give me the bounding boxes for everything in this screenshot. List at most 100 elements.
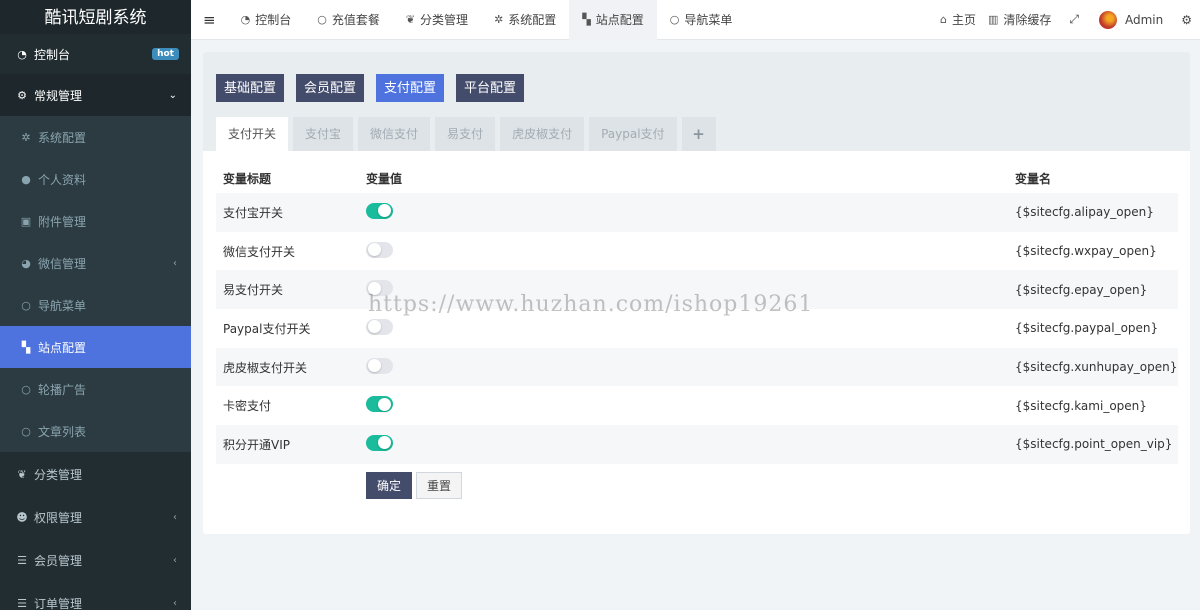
- tab-payment-config[interactable]: 支付配置: [376, 74, 445, 102]
- toggle-switch[interactable]: [366, 357, 393, 374]
- row-value: [366, 396, 1015, 415]
- toggle-switch[interactable]: [366, 434, 393, 451]
- row-title: Paypal支付开关: [223, 321, 311, 336]
- tab-member-config[interactable]: 会员配置: [296, 74, 365, 102]
- sidebar-item-articles[interactable]: ○ 文章列表: [0, 410, 191, 452]
- subtab-wechat-pay[interactable]: 微信支付: [358, 117, 431, 151]
- header-varname: 变量名: [1015, 171, 1052, 186]
- sidebar-item-orders[interactable]: ☰ 订单管理 ‹: [0, 582, 191, 610]
- dashboard-icon: ◔: [240, 13, 251, 26]
- tab-label: 控制台: [255, 13, 292, 27]
- row-title: 支付宝开关: [223, 205, 284, 220]
- tab-system-config[interactable]: ✲ 系统配置: [481, 0, 569, 40]
- circle-icon: ○: [21, 424, 31, 438]
- config-table: 变量标题 变量值 变量名 支付宝开关 {$sitecfg.alipay_open}…: [216, 163, 1178, 464]
- sidebar-item-label: 分类管理: [34, 467, 83, 482]
- tab-site-config[interactable]: ▚ 站点配置: [569, 0, 657, 40]
- sidebar-submenu: ✲ 系统配置 ● 个人资料 ▣ 附件管理 ◕ 微信管理 ‹ ○ 导航菜单 ▚ 站…: [0, 116, 191, 452]
- avatar: [1098, 10, 1117, 29]
- sidebar-item-members[interactable]: ☰ 会员管理 ‹: [0, 539, 191, 582]
- wechat-icon: ◕: [21, 256, 31, 270]
- leaf-icon: ❦: [17, 467, 27, 481]
- circle-icon: ○: [669, 13, 680, 26]
- clear-cache-label: 清除缓存: [1003, 13, 1052, 27]
- row-varname: {$sitecfg.paypal_open}: [1015, 321, 1159, 336]
- toggle-switch[interactable]: [366, 318, 393, 335]
- confirm-button[interactable]: 确定: [366, 472, 413, 499]
- sidebar-item-label: 系统配置: [38, 130, 87, 145]
- hot-badge: hot: [152, 48, 179, 60]
- row-value: [366, 318, 1015, 338]
- row-value: [366, 280, 1015, 299]
- toggle-knob: [378, 436, 391, 450]
- settings-gear-icon[interactable]: ⚙: [1171, 0, 1200, 40]
- row-title: 易支付开关: [223, 283, 284, 298]
- user-icon: ●: [21, 172, 31, 186]
- sidebar-item-dashboard[interactable]: ◔ 控制台 hot: [0, 34, 191, 74]
- header-value: 变量值: [366, 171, 403, 186]
- chevron-left-icon: ‹: [173, 512, 177, 523]
- tab-label: 系统配置: [508, 13, 557, 27]
- form-actions: 确定 重置: [366, 472, 463, 499]
- dashboard-icon: ◔: [17, 47, 27, 61]
- row-varname: {$sitecfg.xunhupay_open}: [1015, 360, 1178, 375]
- sidebar-item-label: 导航菜单: [38, 298, 87, 313]
- sidebar-group-regular[interactable]: ⚙ 常规管理 ⌄: [0, 74, 191, 116]
- add-tab-icon[interactable]: +: [681, 117, 716, 151]
- subtab-paypal[interactable]: Paypal支付: [589, 117, 677, 151]
- sidebar-item-label: 文章列表: [38, 424, 87, 439]
- subtab-xunhupay[interactable]: 虎皮椒支付: [500, 117, 585, 151]
- menu-toggle-icon[interactable]: ≡: [191, 0, 228, 40]
- tab-dashboard[interactable]: ◔ 控制台: [228, 0, 305, 40]
- gears-icon: ⚙: [17, 88, 27, 102]
- tab-platform-config[interactable]: 平台配置: [456, 74, 525, 102]
- clear-cache-button[interactable]: ▥ 清除缓存: [982, 0, 1057, 40]
- fullscreen-icon[interactable]: ⤢: [1057, 0, 1091, 40]
- sidebar-item-label: 附件管理: [38, 214, 87, 229]
- tab-category[interactable]: ❦ 分类管理: [393, 0, 481, 40]
- tab-recharge[interactable]: ○ 充值套餐: [304, 0, 393, 40]
- toggle-switch[interactable]: [366, 241, 393, 258]
- sidebar-item-nav-menu[interactable]: ○ 导航菜单: [0, 284, 191, 326]
- toggle-switch[interactable]: [366, 280, 393, 297]
- sidebar-item-attachments[interactable]: ▣ 附件管理: [0, 200, 191, 242]
- list-icon: ☰: [17, 597, 27, 610]
- tab-label: 导航菜单: [684, 13, 733, 27]
- sidebar-item-site-config[interactable]: ▚ 站点配置: [0, 326, 191, 368]
- sidebar-item-permissions[interactable]: ☻ 权限管理 ‹: [0, 496, 191, 539]
- sidebar-item-carousel[interactable]: ○ 轮播广告: [0, 368, 191, 410]
- sidebar-item-category[interactable]: ❦ 分类管理: [0, 452, 191, 496]
- reset-button[interactable]: 重置: [416, 472, 463, 499]
- toggle-knob: [378, 397, 391, 411]
- subtab-epay[interactable]: 易支付: [435, 117, 496, 151]
- sidebar-item-label: 站点配置: [38, 340, 87, 355]
- table-header: 变量标题 变量值 变量名: [216, 163, 1178, 193]
- sidebar-item-label: 微信管理: [38, 256, 87, 271]
- row-title: 卡密支付: [223, 399, 272, 414]
- sidebar-item-profile[interactable]: ● 个人资料: [0, 158, 191, 200]
- sidebar-item-label: 个人资料: [38, 172, 87, 187]
- sidebar-item-system-config[interactable]: ✲ 系统配置: [0, 116, 191, 158]
- toggle-switch[interactable]: [366, 202, 393, 219]
- table-row: 支付宝开关 {$sitecfg.alipay_open}: [216, 193, 1178, 232]
- tab-label: 充值套餐: [331, 13, 380, 27]
- tab-basic-config[interactable]: 基础配置: [216, 74, 285, 102]
- toggle-knob: [368, 281, 381, 295]
- row-value: [366, 434, 1015, 454]
- sidebar-item-wechat[interactable]: ◕ 微信管理 ‹: [0, 242, 191, 284]
- panel-heading: 基础配置 会员配置 支付配置 平台配置 支付开关 支付宝 微信支付 易支付 虎皮…: [203, 52, 1190, 151]
- subtab-alipay[interactable]: 支付宝: [293, 117, 354, 151]
- config-panel: 基础配置 会员配置 支付配置 平台配置 支付开关 支付宝 微信支付 易支付 虎皮…: [203, 52, 1190, 534]
- subtab-payment-switch[interactable]: 支付开关: [216, 117, 289, 151]
- chevron-down-icon: ⌄: [168, 89, 177, 101]
- tab-nav-menu[interactable]: ○ 导航菜单: [657, 0, 746, 40]
- toggle-knob: [368, 359, 381, 373]
- sidebar-item-label: 会员管理: [34, 554, 83, 568]
- tab-label: 分类管理: [420, 13, 469, 27]
- row-value: [366, 357, 1015, 377]
- user-menu[interactable]: Admin: [1091, 0, 1171, 40]
- home-link[interactable]: ⌂ 主页: [934, 0, 982, 40]
- toggle-switch[interactable]: [366, 396, 393, 413]
- list-icon: ☰: [17, 554, 27, 567]
- toggle-knob: [368, 320, 381, 334]
